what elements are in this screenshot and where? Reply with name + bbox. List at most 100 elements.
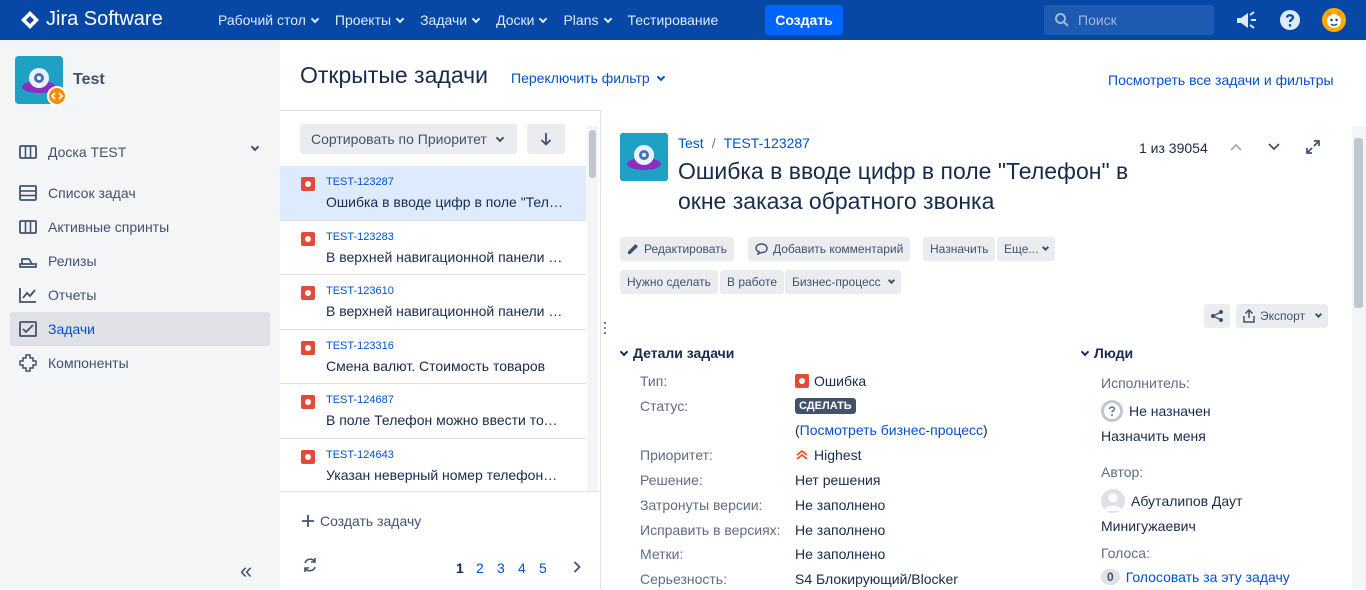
priority-highest-icon <box>796 449 808 460</box>
menu-dashboard[interactable]: Рабочий стол <box>218 12 320 28</box>
megaphone-icon[interactable] <box>1234 8 1258 32</box>
page-5[interactable]: 5 <box>539 560 547 576</box>
bug-icon <box>301 231 315 246</box>
issue-list-pane: Сортировать по Приоритет TEST-123287 Оши… <box>280 110 600 589</box>
issue-key: TEST-123287 <box>326 176 394 188</box>
refresh-icon[interactable] <box>302 557 318 573</box>
chevron-up-icon[interactable] <box>1230 143 1242 151</box>
scrollbar-thumb[interactable] <box>1354 138 1363 308</box>
chevron-down-icon <box>471 14 481 23</box>
create-issue-button[interactable]: Создать задачу <box>280 491 600 549</box>
detail-scrollbar[interactable] <box>1352 126 1366 589</box>
chevron-down-icon <box>310 14 320 23</box>
sort-by-dropdown[interactable]: Сортировать по Приоритет <box>300 124 517 154</box>
user-avatar[interactable] <box>1322 8 1346 32</box>
resolution-value: Нет решения <box>795 472 881 488</box>
breadcrumb-project[interactable]: Test <box>678 135 704 151</box>
create-button[interactable]: Создать <box>765 5 843 35</box>
view-all-issues-link[interactable]: Посмотреть все задачи и фильтры <box>1108 72 1334 88</box>
list-item[interactable]: TEST-124643 Указан неверный номер телефо… <box>280 439 586 492</box>
jira-logo[interactable]: Jira Software <box>20 8 163 31</box>
votes-value: 0 Голосовать за эту задачу <box>1101 569 1290 585</box>
breadcrumb-issue-key[interactable]: TEST-123287 <box>724 135 810 151</box>
sidebar-item-releases[interactable]: Релизы <box>10 244 270 278</box>
workflow-dropdown[interactable]: Бизнес-процесс <box>785 270 901 294</box>
switch-filter-label: Переключить фильтр <box>511 70 650 86</box>
more-actions-button[interactable]: Еще... <box>997 237 1056 261</box>
list-item[interactable]: TEST-124687 В поле Телефон можно ввести … <box>280 384 586 439</box>
sidebar-item-label: Список задач <box>48 185 136 201</box>
menu-plans[interactable]: Plans <box>563 12 612 28</box>
sidebar-item-backlog[interactable]: Список задач <box>10 176 270 210</box>
labels-value: Не заполнено <box>795 546 886 562</box>
search-input[interactable] <box>1078 12 1198 28</box>
sidebar-item-components[interactable]: Компоненты <box>10 346 270 380</box>
fix-versions-value: Не заполнено <box>795 522 886 538</box>
menu-label: Plans <box>563 12 599 28</box>
add-comment-button[interactable]: Добавить комментарий <box>748 237 911 261</box>
type-value: Ошибка <box>795 373 866 389</box>
menu-testing[interactable]: Тестирование <box>628 12 719 28</box>
details-section-title: Детали задачи <box>633 345 735 361</box>
issue-summary: Ошибка в вводе цифр в поле "Телефон" в о… <box>326 194 564 210</box>
issue-list-scrollbar[interactable] <box>587 126 598 491</box>
chevron-down-icon <box>603 14 612 23</box>
assign-button[interactable]: Назначить <box>923 237 996 261</box>
more-label: Еще... <box>1004 242 1039 256</box>
jira-diamond-icon <box>21 10 39 29</box>
page-4[interactable]: 4 <box>518 560 526 576</box>
collapse-sidebar-button[interactable]: « <box>240 558 252 584</box>
scrollbar-thumb[interactable] <box>589 130 596 178</box>
status-badge: СДЕЛАТЬ <box>795 398 856 414</box>
issue-title: Ошибка в вводе цифр в поле "Телефон" в о… <box>678 158 1129 214</box>
bug-icon <box>301 340 315 355</box>
export-icon <box>1243 309 1255 323</box>
menu-label: Тестирование <box>627 12 719 28</box>
page-2[interactable]: 2 <box>476 560 484 576</box>
project-header[interactable]: Test <box>15 56 105 106</box>
chevron-down-icon[interactable] <box>1268 143 1280 151</box>
search-box[interactable] <box>1044 5 1214 35</box>
bug-icon <box>301 449 315 464</box>
issue-key: TEST-124643 <box>326 448 394 461</box>
chevron-down-icon <box>1315 310 1323 319</box>
chevron-right-icon[interactable] <box>573 561 581 573</box>
sort-direction-button[interactable] <box>527 124 565 154</box>
comment-label: Добавить комментарий <box>773 242 904 256</box>
list-item[interactable]: TEST-123283 В верхней навигационной пане… <box>280 221 586 275</box>
menu-projects[interactable]: Проекты <box>335 12 405 28</box>
details-section-header[interactable]: Детали задачи <box>619 345 735 361</box>
menu-boards[interactable]: Доски <box>496 12 548 28</box>
issue-summary: Указан неверный номер телефона в подвале <box>326 466 564 483</box>
plus-icon <box>302 514 314 527</box>
sidebar-item-issues[interactable]: Задачи <box>10 312 270 346</box>
page-3[interactable]: 3 <box>497 560 505 576</box>
priority-value: Highest <box>795 447 861 463</box>
bug-icon <box>795 374 809 388</box>
list-item[interactable]: TEST-123610 В верхней навигационной пане… <box>280 275 586 330</box>
vote-link[interactable]: Голосовать за эту задачу <box>1126 569 1290 585</box>
page-1[interactable]: 1 <box>456 560 464 576</box>
resolution-label: Решение: <box>640 472 703 488</box>
reporter-value: Абутaлипов Даут <box>1101 489 1242 513</box>
help-icon[interactable] <box>1278 8 1302 32</box>
menu-issues[interactable]: Задачи <box>420 12 481 28</box>
expand-icon[interactable] <box>1306 140 1320 154</box>
edit-label: Редактировать <box>644 242 727 256</box>
edit-button[interactable]: Редактировать <box>620 237 734 261</box>
people-section-header[interactable]: Люди <box>1080 345 1133 361</box>
sidebar-item-board[interactable]: Доска TEST <box>10 135 270 169</box>
switch-filter-dropdown[interactable]: Переключить фильтр <box>511 70 665 86</box>
in-progress-transition-button[interactable]: В работе <box>720 270 785 294</box>
todo-transition-button[interactable]: Нужно сделать <box>620 270 718 294</box>
board-icon <box>18 142 38 162</box>
view-workflow-link[interactable]: Посмотреть бизнес-процесс <box>800 422 983 438</box>
assign-to-me-link[interactable]: Назначить меня <box>1101 428 1206 444</box>
list-item[interactable]: TEST-123316 Смена валют. Стоимость товар… <box>280 330 586 384</box>
export-dropdown[interactable]: Экспорт <box>1236 304 1329 328</box>
share-button[interactable] <box>1204 304 1230 328</box>
list-item[interactable]: TEST-123287 Ошибка в вводе цифр в поле "… <box>280 166 586 221</box>
sidebar-item-reports[interactable]: Отчеты <box>10 278 270 312</box>
sidebar-item-sprints[interactable]: Активные спринты <box>10 210 270 244</box>
votes-label: Голоса: <box>1101 545 1150 561</box>
